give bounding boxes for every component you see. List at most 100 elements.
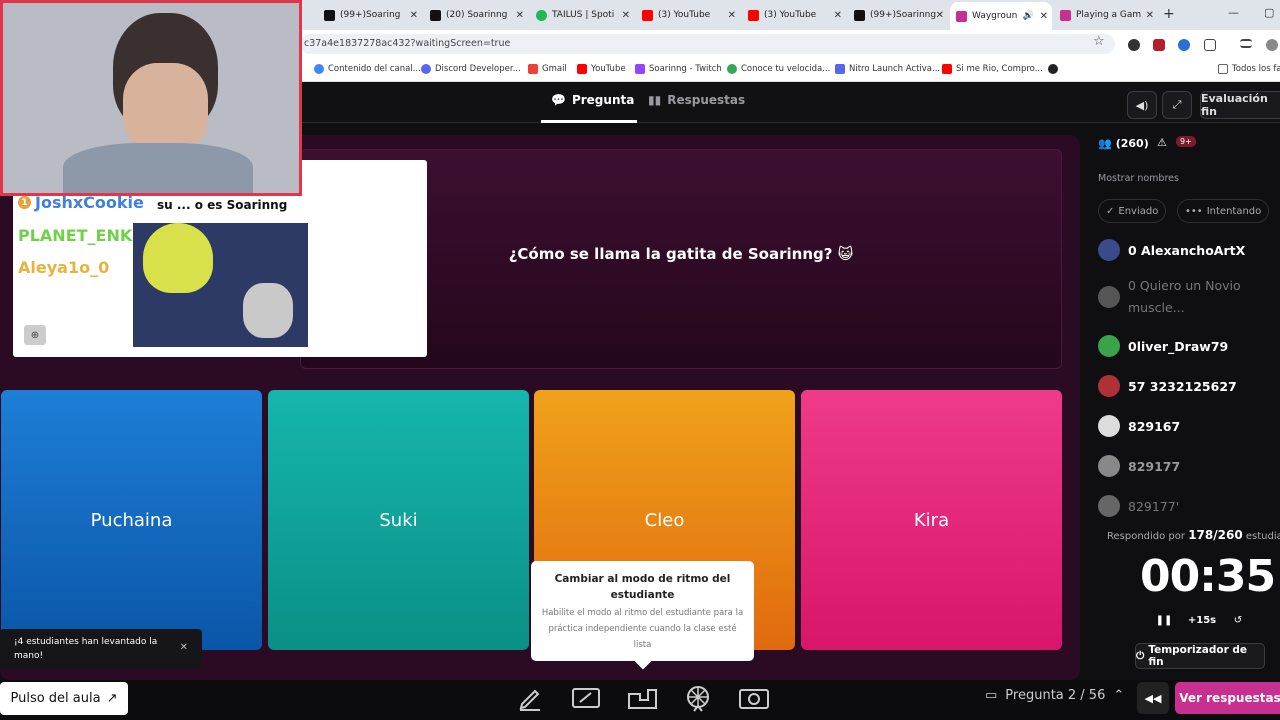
student-row[interactable]: 829177' [1098, 495, 1179, 517]
whiteboard-tool-button[interactable] [568, 682, 604, 716]
minimize-icon[interactable]: — [1228, 6, 1239, 19]
mute-button[interactable]: ◀) [1127, 91, 1157, 119]
student-name: 0 Quiero un Novio muscle... [1128, 278, 1241, 315]
bookmark[interactable]: Nitro Launch Activa... [835, 64, 940, 74]
spinner-tool-button[interactable] [680, 682, 716, 716]
browser-tab-active[interactable]: Waygroun 🔊 ✕ [950, 2, 1052, 30]
timer-icon: ⏻ [1136, 649, 1145, 662]
bookmark[interactable]: YouTube [577, 64, 626, 74]
answered-prefix: Respondido por [1107, 531, 1186, 542]
close-icon[interactable]: ✕ [728, 10, 736, 21]
tab-label: Playing a Gam [1076, 10, 1142, 20]
browser-tab[interactable]: (20) Soarinng ✕ [424, 4, 528, 26]
student-row[interactable]: 0 Quiero un Novio muscle... [1098, 275, 1268, 319]
previous-question-button[interactable]: ◀◀ [1137, 682, 1169, 714]
button-label: Temporizador de fin [1148, 644, 1248, 668]
stream-clip-image [133, 223, 308, 347]
bottom-toolbar: Pulso del aula ↗ ▭ Pregunta 2 / 56 ⌃ ◀◀ … [0, 680, 1280, 720]
close-icon[interactable]: ✕ [516, 10, 524, 21]
zoom-icon[interactable]: ⊕ [24, 325, 46, 345]
see-answers-button[interactable]: Ver respuestas [1175, 682, 1280, 714]
fullscreen-button[interactable]: ⤢ [1162, 91, 1192, 119]
extension-icon[interactable] [1128, 39, 1140, 51]
tab-label: (99+)Soaring [340, 10, 401, 20]
student-row[interactable]: 0liver_Draw79 [1098, 335, 1228, 357]
close-icon[interactable]: ✕ [180, 641, 188, 655]
bookmark-label: Contenido del canal... [328, 64, 421, 74]
student-row[interactable]: 829177 [1098, 455, 1180, 477]
bookmark-label: YouTube [591, 64, 626, 74]
avatar [1098, 455, 1120, 477]
student-row[interactable]: 57 3232125627 [1098, 375, 1237, 397]
browser-tab[interactable]: (99+)Soarinng ✕ [848, 4, 948, 26]
classroom-pulse-button[interactable]: Pulso del aula ↗ [0, 682, 128, 715]
end-timer-button[interactable]: ⏻ Temporizador de fin [1135, 643, 1265, 669]
screen: { "browser": { "tabs": [ {"label": "(99+… [0, 0, 1280, 720]
tab-answers[interactable]: ▮▮ Respuestas [648, 93, 745, 107]
bookmark[interactable]: Conoce tu velocida... [727, 64, 830, 74]
new-tab-icon[interactable]: + [1163, 6, 1175, 22]
filter-label: Enviado [1118, 205, 1159, 217]
question-navigator[interactable]: ▭ Pregunta 2 / 56 ⌃ [985, 688, 1124, 703]
speaker-icon[interactable]: 🔊 [1023, 11, 1034, 21]
puzzle-icon[interactable] [1204, 39, 1216, 51]
browser-tab[interactable]: Playing a Gam ✕ [1054, 4, 1158, 26]
student-row[interactable]: 829167 [1098, 415, 1180, 437]
menu-icon[interactable] [1240, 39, 1252, 48]
end-evaluation-button[interactable]: Evaluación fin [1200, 91, 1280, 119]
close-icon[interactable]: ✕ [622, 10, 630, 21]
tab-question[interactable]: 💬 Pregunta [551, 93, 634, 107]
all-bookmarks[interactable]: Todos los fav [1218, 64, 1280, 74]
spotify-icon [536, 9, 547, 21]
url-input[interactable]: c37a4e1837278ac432?waitingScreen=true [300, 34, 1115, 54]
bookmark[interactable]: Soarinng - Twitch [635, 64, 722, 74]
close-icon[interactable]: ✕ [936, 10, 944, 21]
bookmark[interactable]: Gmail [528, 64, 567, 74]
bookmark[interactable]: Contenido del canal... [314, 64, 421, 74]
whiteboard-icon [572, 688, 600, 708]
close-icon[interactable]: ✕ [1040, 11, 1048, 22]
browser-tab[interactable]: (3) YouTube ✕ [636, 4, 740, 26]
answer-label: Kira [913, 509, 950, 531]
tab-label: Pregunta [571, 93, 635, 107]
maximize-icon[interactable]: ▢ [1264, 6, 1274, 19]
pen-tool-button[interactable] [512, 682, 548, 716]
question-position: Pregunta 2 / 56 [1005, 688, 1106, 703]
browser-tab[interactable]: (3) YouTube ✕ [742, 4, 846, 26]
bookmark[interactable]: Si me Rio, Compro... [942, 64, 1043, 74]
participant-count: 👥 (260) [1098, 137, 1149, 150]
timer-tool-button[interactable] [736, 682, 772, 716]
filter-attempting[interactable]: ••• Intentando [1177, 199, 1270, 223]
answer-option-2[interactable]: Suki [268, 390, 529, 650]
bookmark-star-icon[interactable]: ☆ [1093, 34, 1105, 49]
bookmark[interactable] [1048, 64, 1058, 74]
extension-icon[interactable] [1178, 39, 1190, 51]
show-names-toggle[interactable]: Mostrar nombres [1098, 173, 1179, 184]
browser-tab[interactable]: TAILUS | Spoti ✕ [530, 4, 634, 26]
pacing-tool-button[interactable] [624, 682, 660, 716]
warning-icon[interactable]: ⚠ [1157, 136, 1167, 149]
answer-option-1[interactable]: Puchaina [1, 390, 262, 650]
close-icon[interactable]: ✕ [410, 10, 418, 21]
youtube-icon [642, 9, 653, 21]
countdown-timer: 00:35 [1140, 551, 1276, 602]
student-row[interactable]: 0 AlexanchoArtX [1098, 239, 1245, 261]
reset-button[interactable]: ↺ [1227, 607, 1249, 633]
extension-icon[interactable] [1153, 39, 1165, 51]
profile-icon[interactable] [1266, 39, 1278, 51]
pause-button[interactable]: ❚❚ [1153, 607, 1175, 633]
add-time-button[interactable]: +15s [1185, 607, 1219, 633]
stopwatch-icon [739, 689, 769, 709]
browser-tab[interactable]: (99+)Soaring ✕ [318, 4, 422, 26]
bookmark-label: Nitro Launch Activa... [849, 64, 941, 74]
avatar [1098, 495, 1120, 517]
answer-option-4[interactable]: Kira [801, 390, 1062, 650]
close-icon[interactable]: ✕ [1146, 10, 1154, 21]
filter-submitted[interactable]: ✓ Enviado [1098, 199, 1167, 223]
cat-image [243, 283, 293, 338]
tiktok-icon [324, 9, 335, 21]
external-link-icon: ↗ [106, 691, 118, 706]
bookmark[interactable]: Discord Developer... [421, 64, 521, 74]
close-icon[interactable]: ✕ [834, 10, 842, 21]
expand-icon: ⤢ [1172, 98, 1182, 111]
